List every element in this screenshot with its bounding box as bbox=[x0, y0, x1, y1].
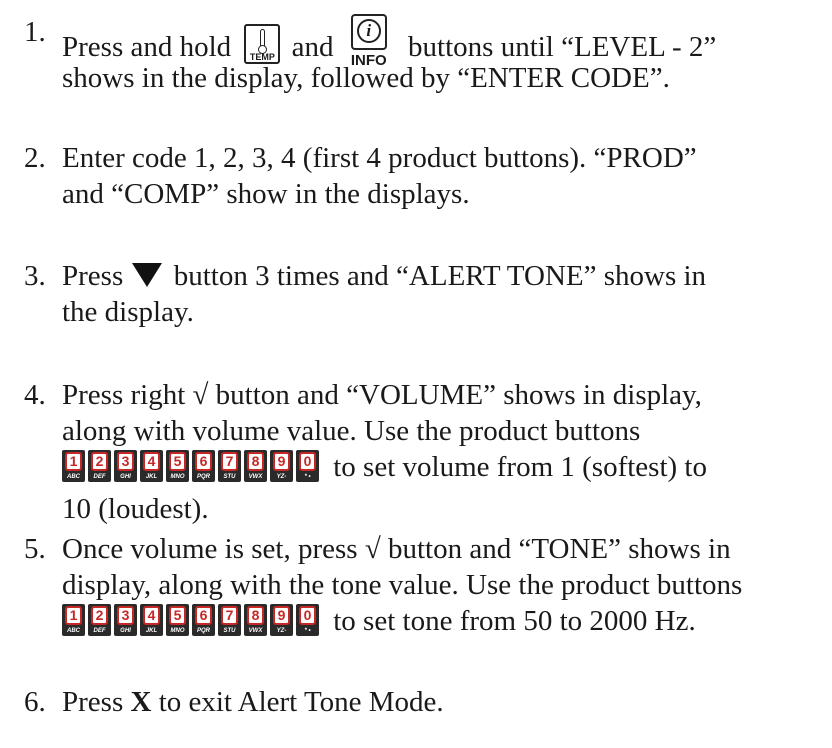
product-keypad-icon: 1 ABC 2 DEF 3 GHI 4 JKL 5 MNO 6 PQR 7 STU 8 VWX 9 YZ- 0 * • bbox=[62, 450, 322, 491]
keypad-key-icon: 4 JKL bbox=[140, 604, 163, 636]
temp-icon-label: TEMP bbox=[249, 52, 275, 62]
step-number: 6. bbox=[24, 686, 46, 718]
step-number: 3. bbox=[24, 260, 46, 292]
key-letters: YZ- bbox=[276, 474, 287, 480]
temp-button-icon: TEMP bbox=[244, 24, 281, 64]
key-letters: ABC bbox=[67, 628, 80, 634]
step-number: 5. bbox=[24, 533, 46, 565]
keypad-key-icon: 9 YZ- bbox=[270, 450, 293, 482]
keypad-key-icon: 5 MNO bbox=[166, 450, 189, 482]
key-digit: 7 bbox=[221, 452, 238, 471]
keypad-key-icon: 8 VWX bbox=[244, 604, 267, 636]
key-letters: GHI bbox=[120, 628, 131, 634]
key-digit: 6 bbox=[195, 606, 212, 625]
step-text: to set tone from 50 to 2000 Hz. bbox=[333, 605, 696, 637]
key-letters: VWX bbox=[248, 474, 263, 480]
key-letters: PQR bbox=[196, 474, 210, 480]
step-text: Once volume is set, press √ button and “… bbox=[62, 533, 731, 565]
exit-key-label: X bbox=[130, 686, 152, 718]
keypad-key-icon: 3 GHI bbox=[114, 604, 137, 636]
step-text: Press bbox=[62, 686, 124, 718]
step-6: 6. Press X to exit Alert Tone Mode. bbox=[24, 684, 824, 720]
key-letters: MNO bbox=[170, 474, 185, 480]
step-text: to exit Alert Tone Mode. bbox=[158, 686, 444, 718]
step-text: along with volume value. Use the product… bbox=[62, 415, 641, 447]
keypad-key-icon: 7 STU bbox=[218, 604, 241, 636]
key-letters: DEF bbox=[93, 628, 106, 634]
key-digit: 5 bbox=[169, 452, 186, 471]
step-text: Press and hold bbox=[62, 31, 232, 63]
key-digit: 8 bbox=[247, 452, 264, 471]
keypad-key-icon: 1 ABC bbox=[62, 450, 85, 482]
key-letters: YZ- bbox=[276, 628, 287, 634]
key-letters: JKL bbox=[145, 628, 158, 634]
key-letters: ABC bbox=[67, 474, 80, 480]
key-digit: 2 bbox=[91, 452, 108, 471]
key-letters: JKL bbox=[145, 474, 158, 480]
key-digit: 5 bbox=[169, 606, 186, 625]
keypad-key-icon: 1 ABC bbox=[62, 604, 85, 636]
step-text: and bbox=[291, 31, 334, 63]
step-text: Enter code 1, 2, 3, 4 (first 4 product b… bbox=[62, 142, 697, 174]
keypad-key-icon: 3 GHI bbox=[114, 450, 137, 482]
key-digit: 4 bbox=[143, 606, 160, 625]
info-icon-label: INFO bbox=[350, 52, 387, 69]
key-digit: 0 bbox=[299, 452, 316, 471]
keypad-key-icon: 6 PQR bbox=[192, 604, 215, 636]
step-text: display, along with the tone value. Use … bbox=[62, 569, 743, 601]
key-digit: 3 bbox=[117, 452, 134, 471]
key-digit: 7 bbox=[221, 606, 238, 625]
key-letters: MNO bbox=[170, 628, 185, 634]
keypad-key-icon: 8 VWX bbox=[244, 450, 267, 482]
product-keypad-icon: 1 ABC 2 DEF 3 GHI 4 JKL 5 MNO 6 PQR 7 STU 8 VWX 9 YZ- 0 * • bbox=[62, 604, 322, 645]
keypad-key-icon: 7 STU bbox=[218, 450, 241, 482]
key-digit: 1 bbox=[65, 606, 82, 625]
key-digit: 9 bbox=[273, 606, 290, 625]
step-4: 4. Press right √ button and “VOLUME” sho… bbox=[24, 377, 824, 527]
info-glyph: i bbox=[356, 19, 381, 43]
info-button-icon: i INFO bbox=[347, 14, 391, 72]
key-letters: DEF bbox=[93, 474, 106, 480]
key-digit: 6 bbox=[195, 452, 212, 471]
keypad-key-icon: 4 JKL bbox=[140, 450, 163, 482]
step-text: 10 (loudest). bbox=[62, 493, 209, 525]
step-2: 2. Enter code 1, 2, 3, 4 (first 4 produc… bbox=[24, 140, 824, 212]
key-letters: GHI bbox=[120, 474, 131, 480]
keypad-key-icon: 9 YZ- bbox=[270, 604, 293, 636]
keypad-key-icon: 2 DEF bbox=[88, 450, 111, 482]
step-text: Press right √ button and “VOLUME” shows … bbox=[62, 379, 702, 411]
step-1: 1. Press and hold TEMP and i INFO button… bbox=[24, 14, 824, 96]
step-number: 4. bbox=[24, 379, 46, 411]
keypad-key-icon: 6 PQR bbox=[192, 450, 215, 482]
key-digit: 3 bbox=[117, 606, 134, 625]
step-3: 3. Press button 3 times and “ALERT TONE”… bbox=[24, 258, 824, 330]
keypad-key-icon: 0 * • bbox=[296, 450, 319, 482]
key-digit: 9 bbox=[273, 452, 290, 471]
key-digit: 1 bbox=[65, 452, 82, 471]
step-5: 5. Once volume is set, press √ button an… bbox=[24, 531, 824, 645]
step-text: buttons until “LEVEL - 2” bbox=[408, 31, 717, 63]
key-letters: STU bbox=[223, 474, 236, 480]
key-digit: 0 bbox=[299, 606, 316, 625]
step-text: and “COMP” show in the displays. bbox=[62, 178, 470, 210]
step-text: Press bbox=[62, 260, 124, 292]
keypad-key-icon: 2 DEF bbox=[88, 604, 111, 636]
key-digit: 4 bbox=[143, 452, 160, 471]
key-letters: * • bbox=[304, 628, 311, 634]
key-letters: STU bbox=[223, 628, 236, 634]
step-text: button 3 times and “ALERT TONE” shows in bbox=[173, 260, 707, 292]
down-arrow-icon bbox=[132, 263, 163, 287]
key-letters: VWX bbox=[248, 628, 263, 634]
key-digit: 8 bbox=[247, 606, 264, 625]
key-digit: 2 bbox=[91, 606, 108, 625]
step-text: to set volume from 1 (softest) to bbox=[333, 451, 707, 483]
key-letters: PQR bbox=[196, 628, 210, 634]
step-number: 1. bbox=[24, 16, 46, 48]
step-number: 2. bbox=[24, 142, 46, 174]
keypad-key-icon: 0 * • bbox=[296, 604, 319, 636]
step-text: shows in the display, followed by “ENTER… bbox=[62, 62, 670, 94]
key-letters: * • bbox=[304, 474, 311, 480]
step-text: the display. bbox=[62, 296, 194, 328]
keypad-key-icon: 5 MNO bbox=[166, 604, 189, 636]
